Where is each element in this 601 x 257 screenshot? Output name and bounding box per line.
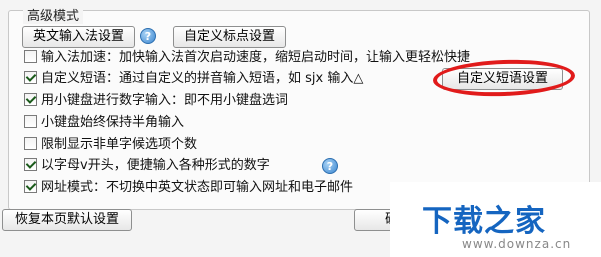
- option-label: 自定义短语：通过自定义的拼音输入短语，如 sjx 输入△: [41, 71, 364, 86]
- watermark-url: www.downza.cn: [462, 237, 572, 251]
- option-numpad-numeric[interactable]: 用小键盘进行数字输入：即不用小键盘选词: [24, 92, 572, 110]
- option-label: 用小键盘进行数字输入：即不用小键盘选词: [41, 93, 289, 108]
- help-icon[interactable]: ?: [322, 158, 338, 174]
- checkbox-checked[interactable]: [24, 71, 37, 84]
- option-label: 以字母v开头，便捷输入各种形式的数字: [41, 158, 270, 173]
- option-custom-phrase[interactable]: 自定义短语：通过自定义的拼音输入短语，如 sjx 输入△: [24, 70, 444, 88]
- option-label: 小键盘始终保持半角输入: [41, 115, 185, 130]
- restore-defaults-button[interactable]: 恢复本页默认设置: [2, 209, 132, 231]
- option-label: 限制显示非单字候选项个数: [41, 137, 198, 152]
- checkbox-checked[interactable]: [24, 180, 37, 193]
- english-ime-settings-button[interactable]: 英文输入法设置: [22, 26, 135, 48]
- checkbox[interactable]: [24, 115, 37, 128]
- checkbox-checked[interactable]: [24, 93, 37, 106]
- option-label: 网址模式：不切换中英文状态即可输入网址和电子邮件: [41, 180, 354, 195]
- option-limit-candidates[interactable]: 限制显示非单字候选项个数: [24, 136, 572, 154]
- checkbox[interactable]: [24, 50, 37, 63]
- checkbox-checked[interactable]: [24, 158, 37, 171]
- group-title: 高级模式: [23, 10, 84, 24]
- checkbox[interactable]: [24, 137, 37, 150]
- option-label: 输入法加速：加快输入法首次启动速度，缩短启动时间，让输入更轻松快捷: [41, 50, 471, 65]
- option-numpad-halfwidth[interactable]: 小键盘始终保持半角输入: [24, 114, 572, 132]
- watermark-title: 下载之家: [422, 204, 546, 239]
- watermark: 下载之家 www.downza.cn: [390, 182, 601, 257]
- help-icon[interactable]: ?: [140, 28, 156, 44]
- option-v-number-input[interactable]: 以字母v开头，便捷输入各种形式的数字: [24, 157, 572, 175]
- custom-punctuation-settings-button[interactable]: 自定义标点设置: [173, 26, 286, 48]
